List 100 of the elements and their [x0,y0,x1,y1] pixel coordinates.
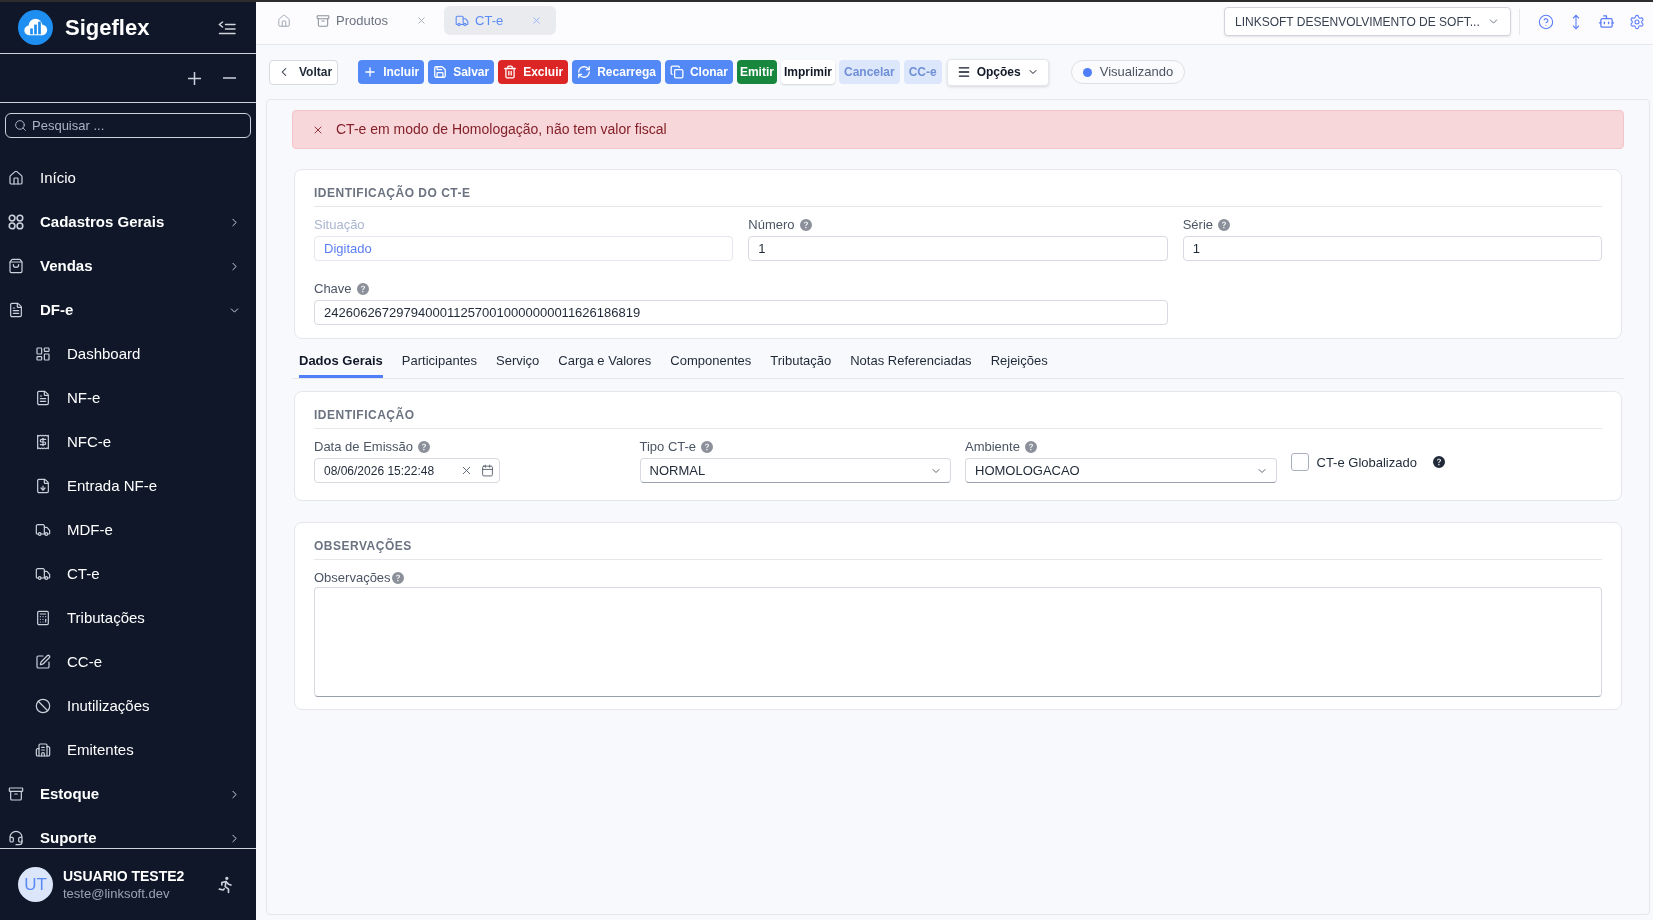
trash-icon [503,65,518,79]
cloud-chart-logo-icon [18,10,53,45]
menu-icon [956,65,971,79]
sidebar-subitem[interactable]: Entrada NF-e [0,464,256,508]
help-button[interactable] [1538,13,1554,30]
circles-grid-icon [8,214,24,230]
help-icon[interactable] [1432,456,1445,469]
field-label: Data de Emissão [314,438,413,456]
sidebar-subitem[interactable]: NF-e [0,376,256,420]
back-button[interactable]: Voltar [269,59,339,85]
sidebar-item[interactable]: Suporte [0,816,256,848]
pen-square-icon [35,654,51,670]
sidebar-item[interactable]: Início [0,156,256,200]
house-icon [277,13,291,28]
plus-icon [363,65,378,79]
calendar-icon[interactable] [481,464,494,477]
collapse-sidebar-button[interactable] [218,20,236,35]
truck-icon [35,522,51,538]
collapse-list-icon [218,20,236,35]
robot-icon [1598,13,1615,30]
emit-button[interactable]: Emitir [736,60,777,84]
close-icon [531,15,543,26]
sidebar-subitem[interactable]: CC-e [0,640,256,684]
clear-icon[interactable] [460,464,473,477]
text-field[interactable]: 24260626729794000112570010000000011626186819 [314,300,1168,325]
headset-icon [8,830,24,846]
section-title: OBSERVAÇÕES [314,538,413,554]
field-label: Situação [314,216,365,234]
tab[interactable]: Tributação [770,353,832,378]
dashboard-icon [35,346,51,362]
refresh-icon [577,65,592,79]
field-label: Ambiente [965,438,1020,456]
assistant-button[interactable] [1598,13,1615,30]
settings-icon [1629,13,1645,30]
sidebar-subitem[interactable]: NFC-e [0,420,256,464]
dropdown-field[interactable]: HOMOLOGACAO [965,458,1277,483]
close-tab-button[interactable] [531,15,543,26]
archive-box-icon [316,13,330,28]
tab[interactable]: Participantes [401,353,477,378]
close-icon [416,15,428,26]
field-label: Série [1182,216,1213,234]
save-icon [433,65,448,79]
prohibited-icon [35,698,51,714]
plus-icon [188,71,201,85]
settings-button[interactable] [1629,13,1645,30]
tab[interactable]: Serviço [496,353,540,378]
dropdown-field[interactable]: NORMAL [639,458,951,483]
section-title: IDENTIFICAÇÃO DO CT-E [314,185,472,201]
options-menu-button[interactable]: Opções [946,58,1049,86]
brand-name: Sigeflex [65,14,150,41]
close-tab-button[interactable] [416,15,428,26]
print-button[interactable]: Imprimir [780,60,835,84]
truck-icon [35,566,51,582]
expand-all-button[interactable] [188,71,201,85]
copy-icon [669,65,684,79]
sidebar-item[interactable]: Estoque [0,772,256,816]
document-icon [8,302,24,318]
document-icon [35,390,51,406]
company-select[interactable]: LINKSOFT DESENVOLVIMENTO DE SOFT... [1224,7,1511,36]
field-label: Observações [314,569,391,587]
user-email: teste@linksoft.dev [63,885,171,902]
search-icon [14,119,27,132]
text-field[interactable]: 1 [748,236,1168,261]
tab[interactable]: Rejeições [990,353,1048,378]
tab[interactable]: Componentes [670,353,752,378]
shopping-bag-icon [8,258,24,274]
archive-box-icon [8,786,24,802]
user-avatar: UT [18,867,53,902]
sidebar-item[interactable]: Cadastros Gerais [0,200,256,244]
field-label: Número [748,216,795,234]
field-label: Tipo CT-e [639,438,697,456]
checkbox-label: CT-e Globalizado [1316,453,1417,472]
building-icon [35,742,51,758]
tab[interactable]: Carga e Valores [558,353,652,378]
search-field[interactable]: Pesquisar ... [5,113,251,138]
house-icon [8,170,24,186]
minus-icon [223,77,236,79]
truck-icon [455,13,470,28]
sidebar-subitem[interactable]: Emitentes [0,728,256,772]
date-time-field[interactable]: 08/06/2026 15:22:48 [314,458,500,483]
delete-button[interactable]: Excluir [498,60,569,84]
section-title: IDENTIFICAÇÃO [314,407,416,423]
sidebar-subitem[interactable]: MDF-e [0,508,256,552]
help-icon [1538,13,1554,30]
tab[interactable]: Produtos [305,6,442,35]
tab[interactable]: Dados Gerais [299,353,383,378]
receipt-icon [35,434,51,450]
sidebar-subitem[interactable]: Tributações [0,596,256,640]
sidebar-subitem[interactable]: Dashboard [0,332,256,376]
field-label: Chave [314,280,352,298]
sidebar-subitem[interactable]: CT-e [0,552,256,596]
checkbox[interactable] [1290,453,1309,472]
tab[interactable]: Notas Referenciadas [850,353,972,378]
alert-message: CT-e em modo de Homologação, não tem valor fiscal [336,120,667,139]
sidebar-item[interactable]: Vendas [0,244,256,288]
status-pill: Visualizando [1070,60,1186,84]
text-field[interactable]: 1 [1182,236,1602,261]
user-name: USUARIO TESTE2 [63,867,185,885]
sidebar-subitem[interactable]: Inutilizações [0,684,256,728]
sidebar-item[interactable]: DF-e [0,288,256,332]
